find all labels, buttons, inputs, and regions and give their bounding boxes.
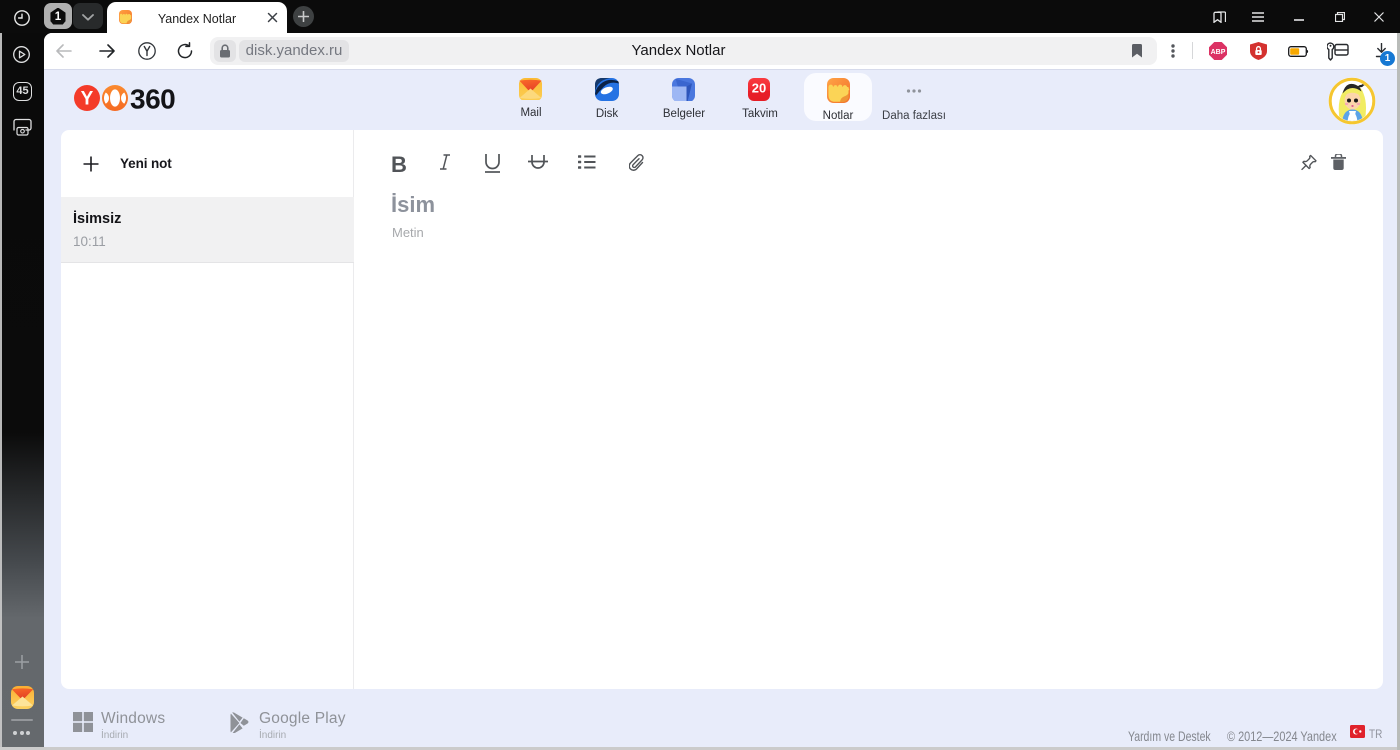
svg-text:ABP: ABP — [1211, 49, 1226, 56]
svg-text:20: 20 — [752, 81, 766, 96]
